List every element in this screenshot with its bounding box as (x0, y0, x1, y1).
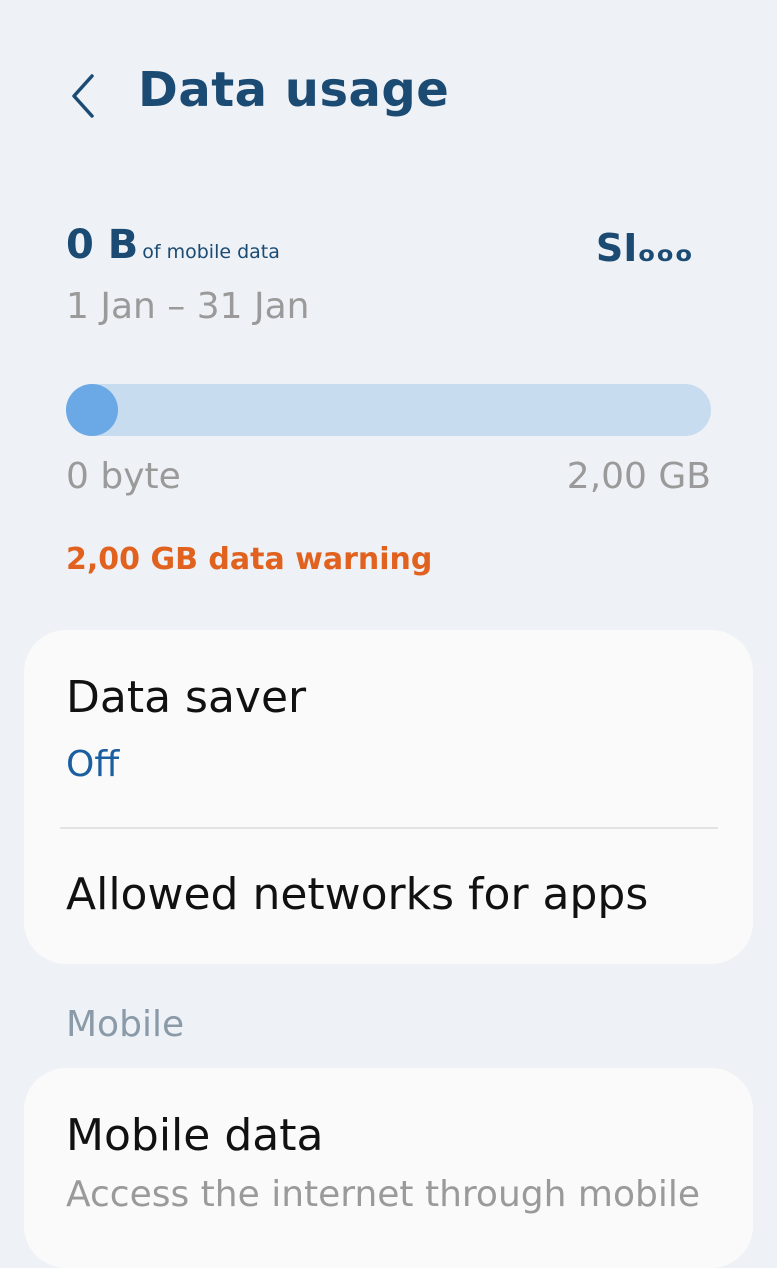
allowed-networks-item[interactable]: Allowed networks for apps (24, 829, 753, 964)
data-warning-label[interactable]: 2,00 GB data warning (66, 542, 432, 577)
back-button[interactable] (56, 64, 110, 128)
usage-amount-suffix: of mobile data (142, 241, 280, 263)
allowed-networks-title: Allowed networks for apps (66, 869, 649, 920)
data-settings-card: Data saver Off Allowed networks for apps (24, 630, 753, 964)
mobile-data-title: Mobile data (66, 1110, 324, 1161)
billing-date-range: 1 Jan – 31 Jan (66, 286, 310, 327)
sim-selector[interactable]: SIₒₒₒ (596, 226, 693, 270)
usage-progress-fill (66, 384, 118, 436)
usage-summary: 0 Bof mobile data (66, 222, 280, 268)
data-saver-item[interactable]: Data saver Off (24, 630, 753, 828)
mobile-data-item[interactable]: Mobile data Access the internet through … (24, 1068, 753, 1268)
mobile-section-header: Mobile (66, 1004, 185, 1045)
app-header: Data usage (0, 58, 777, 138)
page-title: Data usage (138, 62, 450, 118)
usage-progress-bar (66, 384, 711, 436)
mobile-data-subtitle: Access the internet through mobile (66, 1174, 700, 1215)
data-saver-title: Data saver (66, 672, 307, 723)
usage-amount-value: 0 B (66, 222, 139, 268)
chevron-left-icon (72, 74, 94, 118)
usage-range-max: 2,00 GB (566, 456, 711, 497)
mobile-settings-card: Mobile data Access the internet through … (24, 1068, 753, 1268)
data-saver-status: Off (66, 744, 120, 785)
usage-range-min: 0 byte (66, 456, 181, 497)
